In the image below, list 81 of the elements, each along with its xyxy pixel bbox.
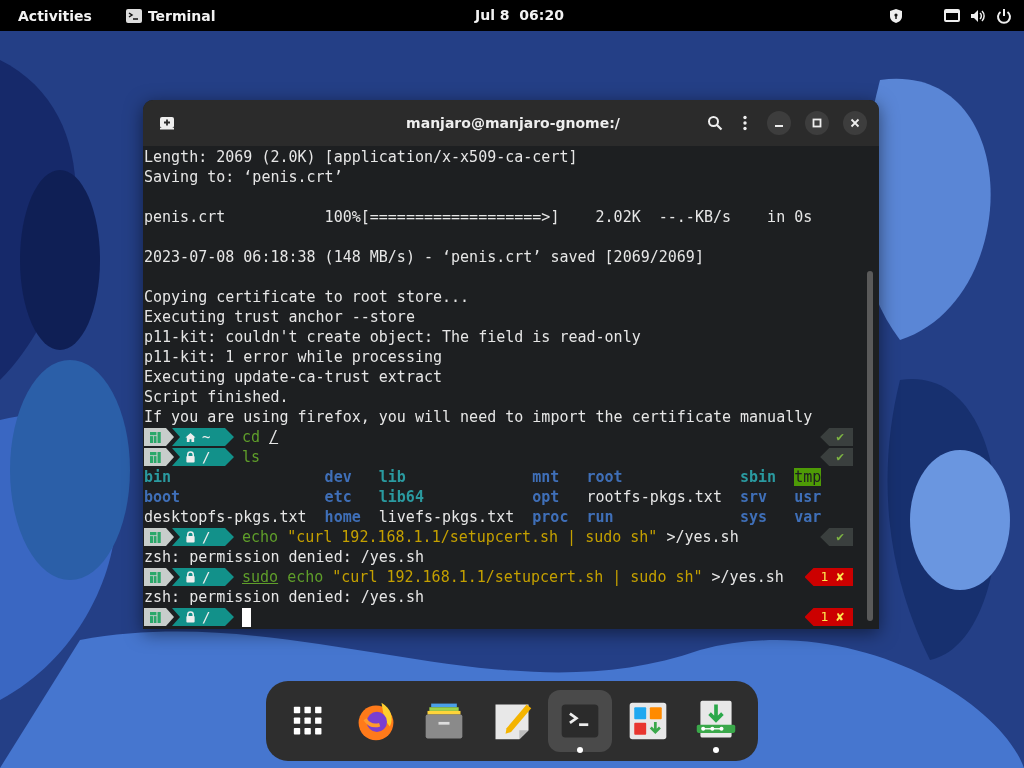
command-token: "curl 192.168.1.1/setupcert.sh | sudo sh" xyxy=(287,527,658,547)
clock[interactable]: Jul 8 06:20 xyxy=(475,7,564,23)
output-line: Script finished. xyxy=(144,387,289,407)
dock-item[interactable] xyxy=(548,690,612,752)
output-line: zsh: permission denied: /yes.sh xyxy=(144,547,424,567)
file-name: sys xyxy=(740,508,768,526)
minimize-button[interactable] xyxy=(767,111,791,135)
file-name: lib64 xyxy=(378,488,424,506)
prompt-path: / xyxy=(202,448,211,467)
manjaro-logo-icon xyxy=(150,611,161,623)
command-token: >/yes.sh xyxy=(666,527,739,547)
command-token: ls xyxy=(242,447,261,467)
file-name: srv xyxy=(740,488,768,506)
file-name: tmp xyxy=(794,468,822,486)
file-name: boot xyxy=(144,488,181,506)
command-token: "curl 192.168.1.1/setupcert.sh | sudo sh" xyxy=(332,567,703,587)
file-name: dev xyxy=(324,468,352,486)
exit-status-badge: 1 ✘ xyxy=(804,568,853,586)
output-line: Copying certificate to root store... xyxy=(144,287,470,307)
output-line: 2023-07-08 06:18:38 (148 MB/s) - ‘penis.crt’ saved [2069/2069] xyxy=(144,247,704,267)
output-line: Executing trust anchor --store xyxy=(144,307,415,327)
manjaro-logo-icon xyxy=(150,431,161,443)
shield-icon[interactable] xyxy=(888,7,904,24)
lock-icon xyxy=(185,571,196,583)
prompt-path: / xyxy=(202,608,211,627)
prompt-path: / xyxy=(202,528,211,547)
file-name: etc xyxy=(324,488,352,506)
lock-icon xyxy=(185,451,196,463)
file-name: usr xyxy=(794,488,822,506)
file-name: opt xyxy=(532,488,560,506)
file-name: sbin xyxy=(740,468,777,486)
output-line: Executing update-ca-trust extract xyxy=(144,367,442,387)
app-name: Terminal xyxy=(147,7,216,24)
file-name: root xyxy=(586,468,623,486)
close-button[interactable] xyxy=(843,111,867,135)
power-icon[interactable] xyxy=(996,7,1012,24)
new-tab-icon[interactable] xyxy=(159,115,175,131)
maximize-button[interactable] xyxy=(805,111,829,135)
file-name: var xyxy=(794,508,822,526)
exit-status-badge: ✔ xyxy=(820,428,853,446)
file-name: mnt xyxy=(532,468,560,486)
file-name: livefs-pkgs.txt xyxy=(378,508,515,526)
activities-button[interactable]: Activities xyxy=(18,7,92,24)
file-name: proc xyxy=(532,508,569,526)
file-name: home xyxy=(324,508,361,526)
exit-status-badge: ✔ xyxy=(820,448,853,466)
display-icon[interactable] xyxy=(944,7,960,24)
manjaro-logo-icon xyxy=(150,451,161,463)
scrollbar[interactable] xyxy=(867,271,873,621)
file-name: bin xyxy=(144,468,172,486)
home-icon xyxy=(185,431,196,443)
output-line: Length: 2069 (2.0K) [application/x-x509-ca-cert] xyxy=(144,147,578,167)
output-line: zsh: permission denied: /yes.sh xyxy=(144,587,424,607)
file-name: run xyxy=(586,508,614,526)
exit-status-badge: ✔ xyxy=(820,528,853,546)
output-line: If you are using firefox, you will need to import the certificate manually xyxy=(144,407,813,427)
search-icon[interactable] xyxy=(707,115,723,131)
lock-icon xyxy=(185,611,196,623)
manjaro-logo-icon xyxy=(150,531,161,543)
prompt-path: / xyxy=(202,568,211,587)
lock-icon xyxy=(185,531,196,543)
command-token: / xyxy=(269,427,279,447)
output-line: p11-kit: couldn't create object: The field is read-only xyxy=(144,327,641,347)
command-token: >/yes.sh xyxy=(711,567,784,587)
file-name: lib xyxy=(378,468,406,486)
prompt-path: ~ xyxy=(202,428,211,447)
volume-icon[interactable] xyxy=(970,7,986,24)
exit-status-badge: 1 ✘ xyxy=(804,608,853,626)
command-token: cd xyxy=(242,427,261,447)
manjaro-logo-icon xyxy=(150,571,161,583)
output-line: p11-kit: 1 error while processing xyxy=(144,347,442,367)
file-name: desktopfs-pkgs.txt xyxy=(144,508,307,526)
window-title: manjaro@manjaro-gnome:/ xyxy=(406,115,620,131)
terminal-icon xyxy=(125,7,142,24)
app-menu[interactable]: Terminal xyxy=(125,7,216,24)
command-token: echo xyxy=(287,567,324,587)
command-token: echo xyxy=(242,527,279,547)
output-line: penis.crt 100%[===================>] 2.02K --.-KB/s in 0s xyxy=(144,207,813,227)
command-token: sudo xyxy=(242,567,279,587)
output-line: Saving to: ‘penis.crt’ xyxy=(144,167,343,187)
file-name: rootfs-pkgs.txt xyxy=(586,488,722,506)
